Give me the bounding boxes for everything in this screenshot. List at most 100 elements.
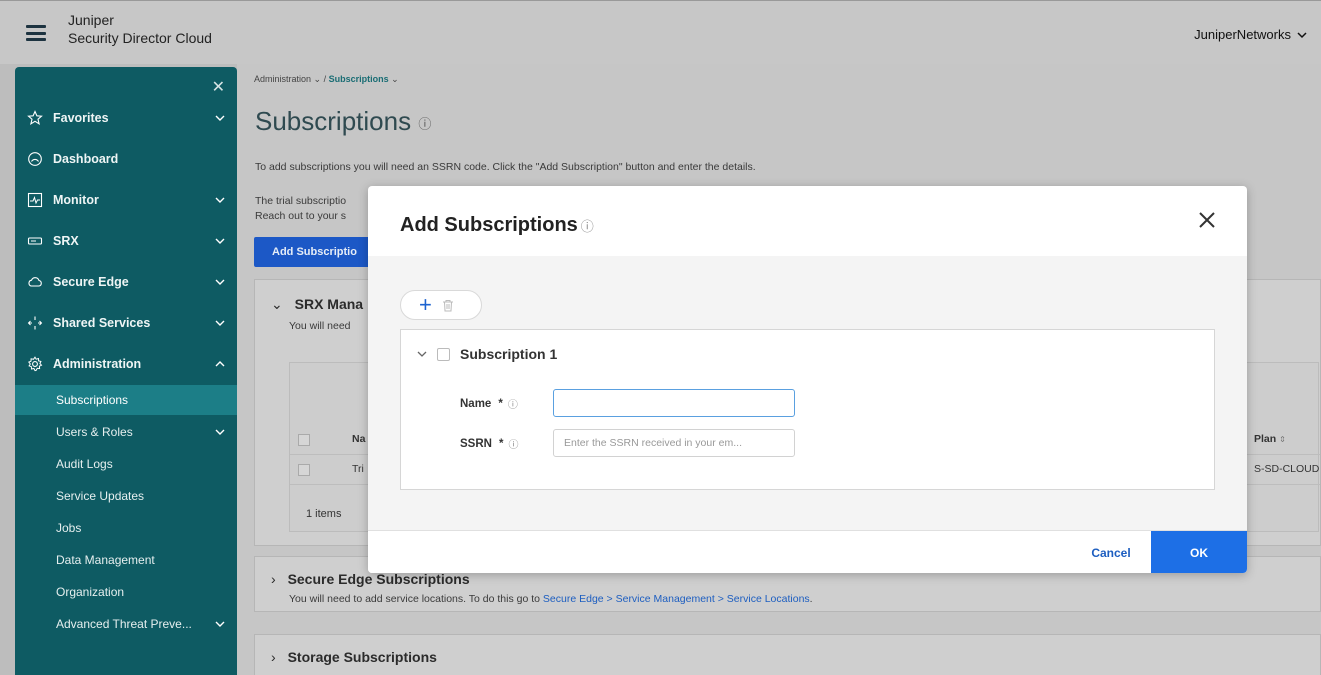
sidebar-subitem-label: Advanced Threat Preve... bbox=[56, 617, 192, 631]
page-title-text: Subscriptions bbox=[255, 106, 412, 136]
sidebar-item-dashboard[interactable]: Dashboard bbox=[15, 144, 237, 174]
sidebar-subitem-label: Users & Roles bbox=[56, 425, 133, 439]
chevron-down-icon bbox=[215, 429, 225, 435]
table-header-name[interactable]: Na bbox=[352, 433, 365, 445]
sidebar-close-icon[interactable]: ✕ bbox=[212, 77, 225, 97]
star-icon bbox=[27, 110, 43, 126]
required-mark: * bbox=[498, 437, 504, 450]
trial-text-line-2: Reach out to your s bbox=[255, 210, 347, 222]
gear-icon bbox=[27, 356, 43, 372]
chevron-down-icon bbox=[1297, 31, 1307, 38]
trial-text: The trial subscriptio Reach out to your … bbox=[255, 194, 346, 224]
subscription-card: Subscription 1 Name * ⓘ SSRN * ⓘ bbox=[400, 329, 1215, 490]
modal-footer: Cancel OK bbox=[368, 530, 1247, 573]
chevron-down-icon: ⌄ bbox=[313, 74, 322, 84]
name-label-text: Name bbox=[460, 397, 492, 410]
sidebar-item-favorites[interactable]: Favorites bbox=[15, 103, 237, 133]
ssrn-label: SSRN * ⓘ bbox=[460, 436, 518, 452]
sidebar-subitem-advanced-threat[interactable]: Advanced Threat Preve... bbox=[15, 609, 237, 639]
close-icon[interactable] bbox=[1195, 208, 1219, 232]
select-all-checkbox[interactable] bbox=[298, 434, 310, 446]
sidebar-subitem-subscriptions[interactable]: Subscriptions bbox=[15, 385, 237, 415]
add-subscription-button[interactable]: Add Subscriptio bbox=[254, 237, 374, 267]
cloud-icon bbox=[27, 274, 43, 290]
srx-panel-header[interactable]: ⌄ SRX Mana bbox=[271, 296, 363, 313]
srx-panel-subtitle: You will need bbox=[289, 320, 351, 332]
chevron-down-icon: ⌄ bbox=[271, 296, 283, 312]
help-icon[interactable]: ⓘ bbox=[581, 219, 594, 234]
brand-line-1: Juniper bbox=[68, 12, 114, 28]
sidebar-item-administration[interactable]: Administration bbox=[15, 349, 237, 379]
chevron-right-icon: › bbox=[271, 571, 276, 587]
subtitle-period: . bbox=[809, 593, 813, 605]
sidebar-subitem-users-roles[interactable]: Users & Roles bbox=[15, 417, 237, 447]
table-header-plan[interactable]: Plan ⇕ bbox=[1254, 433, 1320, 445]
sidebar-subitem-audit-logs[interactable]: Audit Logs bbox=[15, 449, 237, 479]
modal-title: Add Subscriptions ⓘ bbox=[400, 214, 594, 237]
sidebar-subitem-service-updates[interactable]: Service Updates bbox=[15, 481, 237, 511]
sidebar-item-shared-services[interactable]: Shared Services bbox=[15, 308, 237, 338]
sidebar-item-srx[interactable]: SRX bbox=[15, 226, 237, 256]
hamburger-menu-icon[interactable] bbox=[26, 25, 46, 41]
service-locations-link[interactable]: Secure Edge > Service Management > Servi… bbox=[543, 593, 810, 605]
name-input[interactable] bbox=[553, 389, 795, 417]
sidebar-item-label: Administration bbox=[53, 357, 142, 371]
page-title: Subscriptions ⓘ bbox=[255, 106, 431, 137]
chevron-down-icon[interactable] bbox=[417, 350, 427, 358]
chevron-down-icon bbox=[215, 197, 225, 203]
cancel-button[interactable]: Cancel bbox=[1073, 531, 1149, 573]
chevron-down-icon bbox=[215, 320, 225, 326]
storage-panel-header[interactable]: › Storage Subscriptions bbox=[271, 649, 437, 665]
sidebar-subitem-data-management[interactable]: Data Management bbox=[15, 545, 237, 575]
chevron-down-icon: ⌄ bbox=[391, 74, 399, 84]
sidebar-item-secure-edge[interactable]: Secure Edge bbox=[15, 267, 237, 297]
arrows-icon bbox=[27, 315, 43, 331]
chevron-down-icon bbox=[215, 115, 225, 121]
gauge-icon bbox=[27, 151, 43, 167]
chevron-down-icon bbox=[215, 621, 225, 627]
brand: Juniper Security Director Cloud bbox=[68, 11, 212, 47]
add-subscriptions-modal: Add Subscriptions ⓘ + Subscription 1 Name… bbox=[368, 186, 1247, 573]
subscription-card-header[interactable]: Subscription 1 bbox=[417, 346, 557, 362]
items-count: 1 items bbox=[306, 508, 342, 520]
chevron-down-icon bbox=[215, 279, 225, 285]
subscription-card-title: Subscription 1 bbox=[460, 346, 558, 362]
storage-subscriptions-panel: › Storage Subscriptions bbox=[254, 634, 1321, 675]
breadcrumb-subscriptions[interactable]: Subscriptions bbox=[329, 74, 389, 84]
intro-text: To add subscriptions you will need an SS… bbox=[255, 161, 756, 173]
add-icon[interactable]: + bbox=[419, 294, 432, 316]
sidebar-item-label: Secure Edge bbox=[53, 275, 129, 289]
subscription-checkbox[interactable] bbox=[437, 347, 450, 361]
sidebar-subitem-jobs[interactable]: Jobs bbox=[15, 513, 237, 543]
trash-icon[interactable] bbox=[442, 299, 454, 312]
sidebar-item-monitor[interactable]: Monitor bbox=[15, 185, 237, 215]
user-menu[interactable]: JuniperNetworks bbox=[1194, 27, 1307, 42]
top-header: Juniper Security Director Cloud JuniperN… bbox=[0, 0, 1321, 64]
help-icon[interactable]: ⓘ bbox=[418, 117, 431, 132]
chevron-down-icon bbox=[215, 238, 225, 244]
secure-edge-panel-header[interactable]: › Secure Edge Subscriptions bbox=[271, 571, 470, 587]
monitor-icon bbox=[27, 192, 43, 208]
table-cell-name: Tri bbox=[352, 463, 364, 475]
device-icon bbox=[27, 233, 43, 249]
sidebar-subitem-organization[interactable]: Organization bbox=[15, 577, 237, 607]
breadcrumb: Administration ⌄ / Subscriptions ⌄ bbox=[254, 74, 399, 85]
table-header-plan-label: Plan bbox=[1254, 433, 1277, 445]
ok-button[interactable]: OK bbox=[1151, 531, 1247, 573]
sidebar-item-label: SRX bbox=[53, 234, 79, 248]
srx-panel-title: SRX Mana bbox=[294, 296, 364, 312]
help-icon[interactable]: ⓘ bbox=[508, 436, 518, 451]
sidebar-item-label: Favorites bbox=[53, 111, 109, 125]
ssrn-input[interactable] bbox=[553, 429, 795, 457]
row-checkbox[interactable] bbox=[298, 464, 310, 476]
ssrn-label-text: SSRN bbox=[460, 437, 492, 450]
secure-edge-panel-subtitle: You will need to add service locations. … bbox=[289, 593, 813, 605]
secure-edge-panel-title: Secure Edge Subscriptions bbox=[287, 571, 470, 587]
name-label: Name * ⓘ bbox=[460, 396, 518, 412]
trial-text-line-1: The trial subscriptio bbox=[255, 195, 347, 207]
sidebar-item-label: Dashboard bbox=[53, 152, 119, 166]
help-icon[interactable]: ⓘ bbox=[508, 396, 518, 411]
required-mark: * bbox=[498, 397, 503, 410]
breadcrumb-separator: / bbox=[323, 74, 327, 84]
breadcrumb-administration[interactable]: Administration bbox=[254, 74, 311, 84]
